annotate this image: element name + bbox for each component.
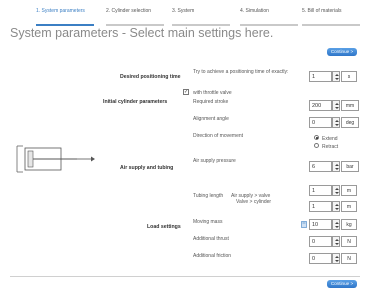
pressure-unit: bar bbox=[341, 161, 359, 172]
tab-cylinder-selection[interactable]: 2. Cylinder selection bbox=[106, 6, 164, 26]
footer-divider bbox=[10, 276, 360, 277]
direction-label: Direction of movement bbox=[193, 133, 244, 139]
positioning-hint: Try to achieve a positioning time of exa… bbox=[193, 69, 289, 75]
stroke-stepper[interactable] bbox=[332, 100, 340, 111]
mass-input[interactable]: 10 bbox=[309, 219, 332, 230]
angle-input[interactable]: 0 bbox=[309, 117, 332, 128]
stroke-label: Required stroke bbox=[193, 99, 229, 105]
friction-label: Additional friction bbox=[193, 253, 232, 259]
pressure-label: Air supply pressure bbox=[193, 158, 236, 164]
mass-unit: kg bbox=[341, 219, 357, 230]
tubing-label: Tubing length bbox=[193, 193, 224, 199]
tab-label: 2. Cylinder selection bbox=[106, 8, 152, 14]
angle-unit: deg bbox=[341, 117, 359, 128]
tubing-cylinder-input[interactable]: 1 bbox=[309, 201, 332, 212]
positioning-time-unit: s bbox=[341, 71, 357, 82]
friction-input[interactable]: 0 bbox=[309, 253, 332, 264]
friction-unit: N bbox=[341, 253, 357, 264]
positioning-time-input[interactable]: 1 bbox=[309, 71, 332, 82]
friction-stepper[interactable] bbox=[332, 253, 340, 264]
angle-stepper[interactable] bbox=[332, 117, 340, 128]
throttle-label: with throttle valve bbox=[193, 90, 232, 96]
tab-label: 5. Bill of materials bbox=[302, 8, 342, 14]
mass-label: Moving mass bbox=[193, 219, 223, 225]
continue-button-bottom[interactable]: Continue > bbox=[327, 280, 357, 288]
thrust-input[interactable]: 0 bbox=[309, 236, 332, 247]
angle-label: Alignment angle bbox=[193, 116, 229, 122]
cylinder-params-label: Initial cylinder parameters bbox=[103, 99, 168, 105]
air-supply-label: Air supply and tubing bbox=[120, 165, 174, 171]
tubing-supply-stepper[interactable] bbox=[332, 185, 340, 196]
tab-system[interactable]: 3. System bbox=[172, 6, 230, 26]
tubing-cylinder-label: Valve > cylinder bbox=[236, 199, 272, 205]
retract-radio[interactable] bbox=[314, 143, 319, 148]
tab-simulation[interactable]: 4. Simulation bbox=[240, 6, 298, 26]
stroke-unit: mm bbox=[341, 100, 359, 111]
tab-label: 3. System bbox=[172, 8, 195, 14]
tab-label: 1. System parameters bbox=[36, 8, 85, 14]
page-title: System parameters - Select main settings… bbox=[10, 26, 274, 40]
calculator-icon[interactable] bbox=[301, 221, 307, 228]
extend-radio[interactable] bbox=[314, 135, 319, 140]
retract-label: Retract bbox=[322, 144, 339, 150]
continue-button-top[interactable]: Continue > bbox=[327, 48, 357, 56]
positioning-time-label: Desired positioning time bbox=[120, 74, 181, 80]
extend-label: Extend bbox=[322, 136, 338, 142]
cylinder-diagram-icon bbox=[16, 145, 95, 173]
thrust-unit: N bbox=[341, 236, 357, 247]
tubing-cylinder-stepper[interactable] bbox=[332, 201, 340, 212]
tab-bill-of-materials[interactable]: 5. Bill of materials bbox=[302, 6, 360, 26]
tab-label: 4. Simulation bbox=[240, 8, 269, 14]
thrust-label: Additional thrust bbox=[193, 236, 229, 242]
pressure-stepper[interactable] bbox=[332, 161, 340, 172]
mass-stepper[interactable] bbox=[332, 219, 340, 230]
tubing-supply-unit: m bbox=[341, 185, 357, 196]
throttle-checkbox[interactable]: ✓ bbox=[183, 89, 189, 95]
pressure-input[interactable]: 6 bbox=[309, 161, 332, 172]
thrust-stepper[interactable] bbox=[332, 236, 340, 247]
stroke-input[interactable]: 200 bbox=[309, 100, 332, 111]
tab-system-parameters[interactable]: 1. System parameters bbox=[36, 6, 94, 26]
load-settings-label: Load settings bbox=[147, 224, 181, 230]
tubing-supply-input[interactable]: 1 bbox=[309, 185, 332, 196]
tubing-cylinder-unit: m bbox=[341, 201, 357, 212]
positioning-time-stepper[interactable] bbox=[332, 71, 340, 82]
